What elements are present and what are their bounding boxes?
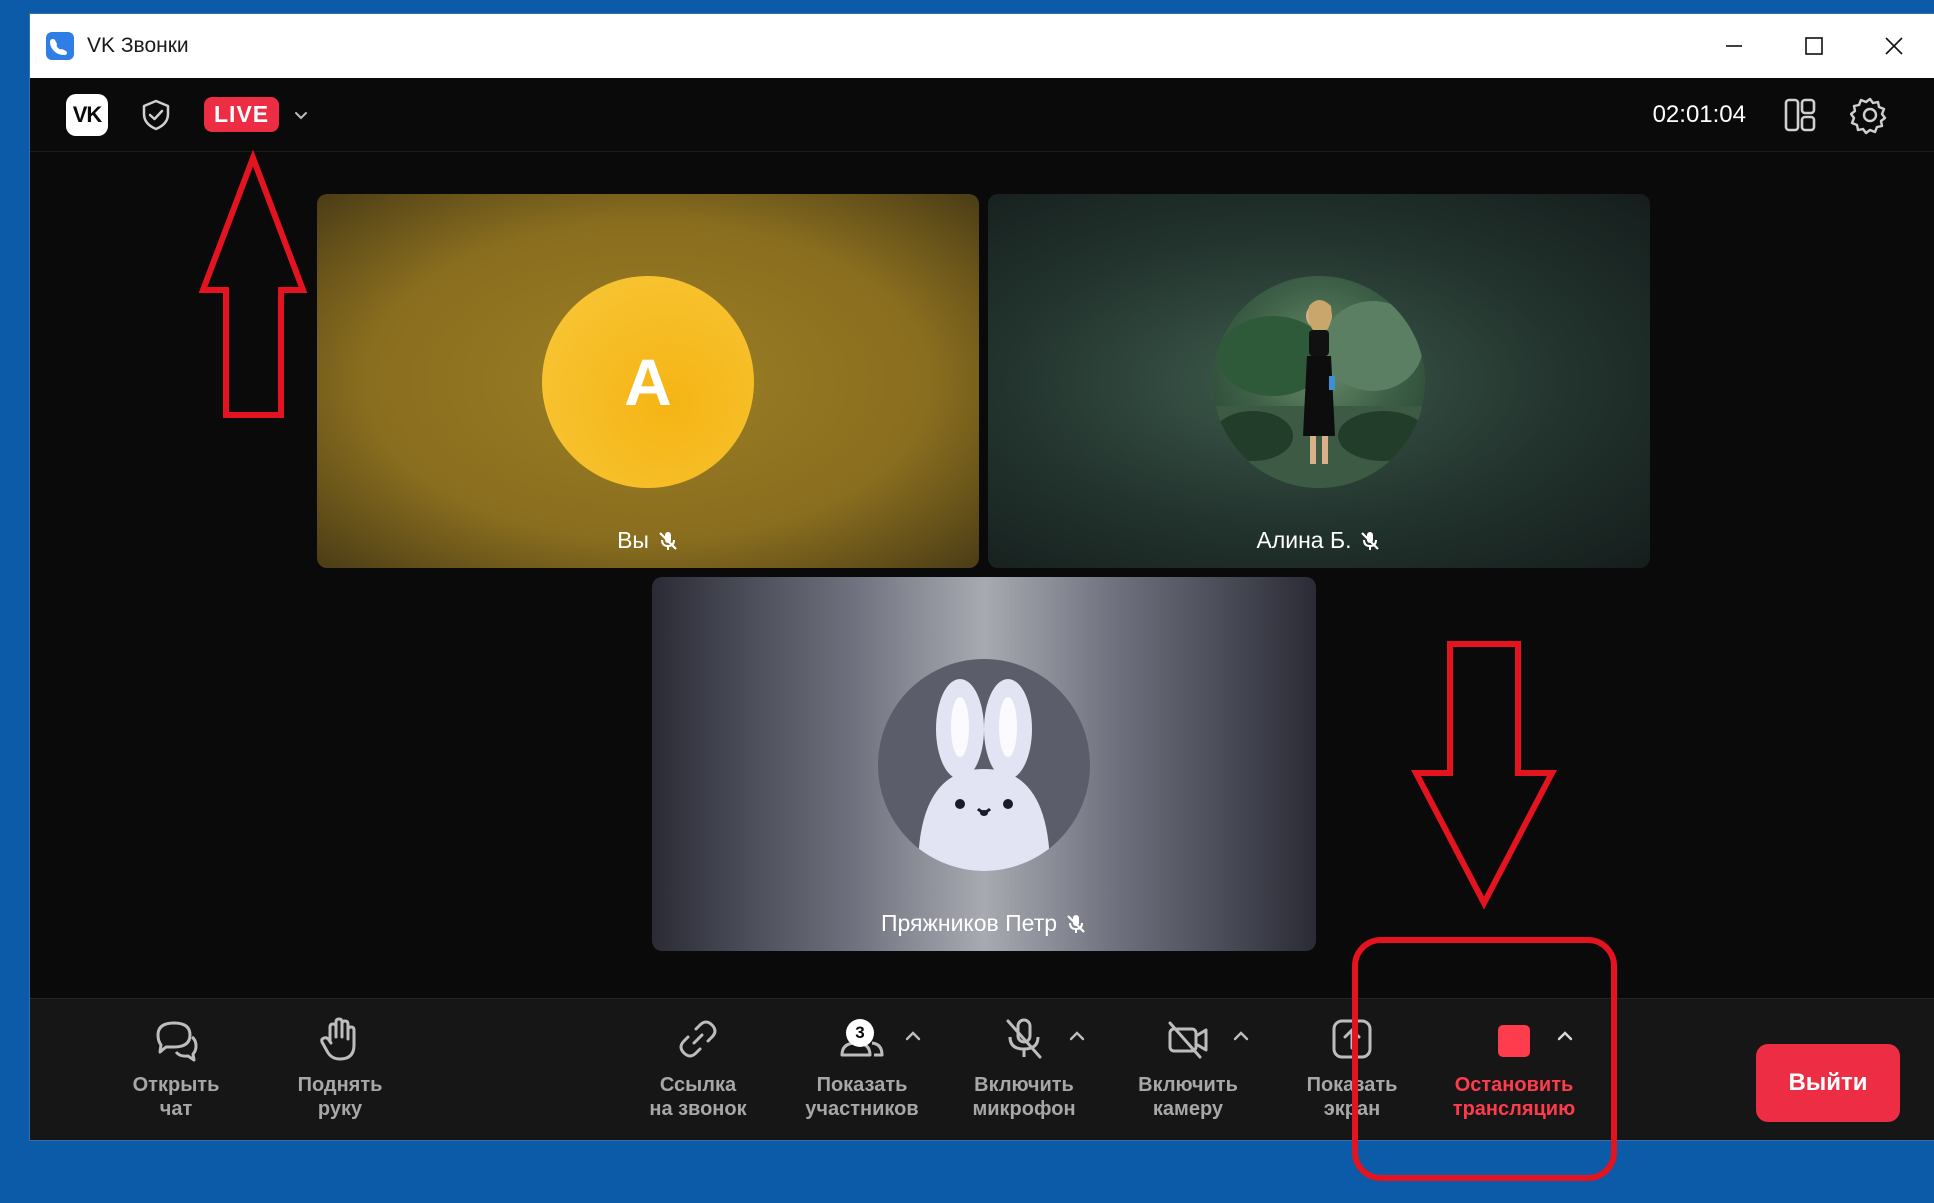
gear-icon[interactable] <box>1850 95 1890 135</box>
open-chat-label: Открыть чат <box>132 1074 220 1120</box>
participant-tile-petr[interactable]: Пряжников Петр <box>652 577 1316 951</box>
enable-camera-button[interactable]: Включить камеру <box>1102 999 1274 1141</box>
mic-off-icon <box>1361 531 1380 550</box>
live-badge[interactable]: LIVE <box>204 97 280 132</box>
show-participants-label: Показать участников <box>805 1074 919 1120</box>
call-toolbar: Открыть чат Поднять руку Ссылка на звоно… <box>30 998 1934 1140</box>
participant-tile-you[interactable]: A Вы <box>317 194 979 568</box>
exit-call-button[interactable]: Выйти <box>1756 1044 1900 1122</box>
shield-check-icon[interactable] <box>138 97 174 133</box>
window-title: VK Звонки <box>87 34 189 57</box>
share-screen-icon <box>1332 1019 1372 1059</box>
chevron-down-icon[interactable] <box>293 107 309 123</box>
minimize-icon <box>1726 45 1742 47</box>
enable-camera-label: Включить камеру <box>1138 1074 1238 1120</box>
mic-off-icon <box>1067 914 1085 933</box>
avatar: A <box>542 276 754 488</box>
participant-name-row: Пряжников Петр <box>652 910 1316 937</box>
call-link-label: Ссылка на звонок <box>649 1074 747 1120</box>
enable-mic-button[interactable]: Включить микрофон <box>938 999 1110 1141</box>
raise-hand-label: Поднять руку <box>297 1074 383 1120</box>
bunny-icon <box>918 679 1050 871</box>
app-window: VK Звонки VK LIVE 02:01:04 A Вы Алина Б.… <box>30 14 1934 1140</box>
mic-off-icon <box>1006 1018 1042 1059</box>
stop-stream-button[interactable]: Остановить трансляцию <box>1428 999 1600 1141</box>
stop-stream-label: Остановить трансляцию <box>1452 1074 1576 1120</box>
close-icon <box>1885 37 1903 55</box>
title-bar: VK Звонки <box>30 14 1934 78</box>
participant-name: Пряжников Петр <box>880 910 1058 936</box>
open-chat-button[interactable]: Открыть чат <box>90 999 262 1141</box>
chat-icon <box>156 1021 198 1062</box>
chevron-up-icon[interactable] <box>904 1027 922 1045</box>
vk-logo: VK <box>66 93 108 136</box>
participant-name-row: Алина Б. <box>988 527 1650 554</box>
enable-mic-label: Включить микрофон <box>972 1074 1076 1120</box>
layout-grid-icon[interactable] <box>1781 96 1819 134</box>
avatar-bunny <box>878 659 1090 871</box>
share-screen-label: Показать экран <box>1306 1074 1398 1120</box>
chevron-up-icon[interactable] <box>1556 1027 1574 1045</box>
avatar-photo <box>1213 276 1425 488</box>
participants-count-badge: 3 <box>846 1019 874 1047</box>
raise-hand-button[interactable]: Поднять руку <box>254 999 426 1141</box>
window-controls <box>1694 14 1934 78</box>
link-icon <box>679 1020 717 1058</box>
call-timer: 02:01:04 <box>1652 100 1746 128</box>
participant-name-row: Вы <box>317 527 979 554</box>
close-button[interactable] <box>1854 14 1934 78</box>
hand-icon <box>320 1017 356 1061</box>
call-link-button[interactable]: Ссылка на звонок <box>612 999 784 1141</box>
share-screen-button[interactable]: Показать экран <box>1266 999 1438 1141</box>
participant-name: Вы <box>617 527 649 553</box>
mic-off-icon <box>659 531 677 550</box>
maximize-icon <box>1805 37 1823 55</box>
participant-name: Алина Б. <box>1256 527 1352 553</box>
call-top-bar: VK LIVE 02:01:04 <box>30 78 1934 152</box>
chevron-up-icon[interactable] <box>1232 1027 1250 1045</box>
person-photo-icon <box>1213 300 1425 488</box>
vk-calls-app-icon <box>46 32 74 60</box>
camera-off-icon <box>1168 1021 1208 1059</box>
participant-tile-alina[interactable]: Алина Б. <box>988 194 1650 568</box>
minimize-button[interactable] <box>1694 14 1774 78</box>
chevron-up-icon[interactable] <box>1068 1027 1086 1045</box>
maximize-button[interactable] <box>1774 14 1854 78</box>
stop-icon <box>1498 1025 1530 1057</box>
